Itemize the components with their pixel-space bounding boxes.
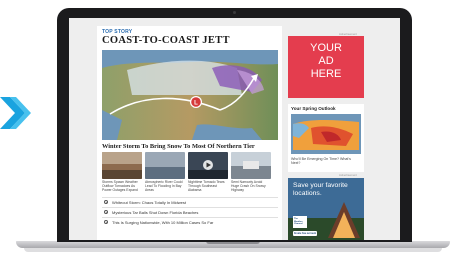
story-headline[interactable]: COAST-TO-COAST JETT: [102, 35, 230, 46]
storm-photo-icon: [102, 152, 142, 179]
laptop-screen: TOP STORY COAST-TO-COAST JETT L Winter S…: [69, 18, 400, 240]
advertisement-label: Advertisement: [339, 173, 357, 177]
thumbnail-text[interactable]: Storms Spawn Weather Outflow Tornadoes A…: [102, 180, 142, 192]
video-list-item[interactable]: Whiteout Storm: Chaos Totally In Midwest: [102, 197, 278, 207]
thumbnail-text[interactable]: Atmospheric River Could Lead To Flooding…: [145, 180, 185, 192]
thumbnail-text[interactable]: Nighttime Tornado Tears Through Southeas…: [188, 180, 228, 192]
thumbnail-storm[interactable]: [102, 152, 142, 179]
ad-banner[interactable]: YOUR AD HERE: [288, 36, 364, 98]
highway-photo-icon: [231, 152, 271, 179]
ad-line: HERE: [310, 68, 342, 80]
play-circle-icon: [104, 210, 108, 214]
low-pressure-marker: L: [194, 101, 198, 107]
flood-photo-icon: [145, 152, 185, 179]
main-column: TOP STORY COAST-TO-COAST JETT L Winter S…: [97, 26, 282, 240]
thumbnail-tornado[interactable]: [188, 152, 228, 179]
promo-card[interactable]: Save your favorite locations. The Weathe…: [288, 178, 364, 240]
create-account-button[interactable]: Create free account: [293, 231, 317, 236]
weather-map[interactable]: L: [102, 50, 278, 140]
story-caption[interactable]: Winter Storm To Bring Snow To Most Of No…: [102, 143, 255, 150]
tornado-photo: [188, 152, 228, 179]
advertisement-label: Advertisement: [339, 32, 357, 36]
ad-line: YOUR: [310, 42, 342, 54]
video-play-icon: [203, 160, 213, 170]
chevron-right-icon: [0, 97, 31, 129]
camera-dot: [233, 11, 236, 14]
video-list-label: This Is Surging Nationwide, With 10 Mill…: [112, 219, 214, 225]
outlook-map-graphic: [291, 114, 361, 154]
play-circle-icon: [104, 220, 108, 224]
logo-text: The Weather Channel: [294, 218, 303, 226]
video-list-item[interactable]: Mysterious Tar Balls Shut Down Florida B…: [102, 207, 278, 217]
ad-line: AD: [318, 55, 334, 67]
spring-outlook-caption: Who'll Be Emerging On Time? What's Next?: [291, 157, 351, 166]
video-list-label: Whiteout Storm: Chaos Totally In Midwest: [112, 199, 186, 205]
thumbnail-flood[interactable]: [145, 152, 185, 179]
spring-outlook-map: [291, 114, 361, 154]
video-list-item[interactable]: This Is Surging Nationwide, With 10 Mill…: [102, 217, 278, 227]
promo-text: Save your favorite locations.: [293, 182, 348, 197]
thumbnail-text[interactable]: Semi Narrowly Avoid Huge Crash On Snowy …: [231, 180, 271, 192]
weather-channel-logo: The Weather Channel: [293, 216, 307, 228]
weather-map-graphic: L: [102, 50, 278, 140]
video-list-label: Mysterious Tar Balls Shut Down Florida B…: [112, 209, 199, 215]
spring-outlook-card[interactable]: Your Spring Outlook Who'll Be Emerging O…: [288, 104, 364, 172]
play-circle-icon: [104, 200, 108, 204]
thumbnail-highway[interactable]: [231, 152, 271, 179]
laptop-shadow: [24, 248, 442, 252]
laptop: TOP STORY COAST-TO-COAST JETT L Winter S…: [57, 8, 412, 242]
spring-outlook-title: Your Spring Outlook: [291, 106, 336, 111]
